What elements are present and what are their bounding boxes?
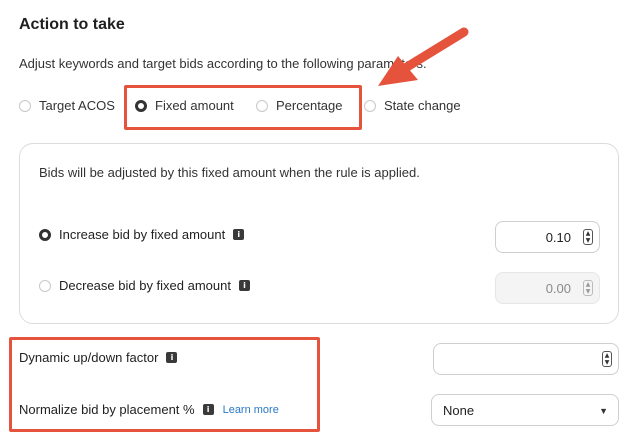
normalize-label: Normalize bid by placement % i Learn mor… [19,402,279,417]
dynamic-factor-text: Dynamic up/down factor [19,350,159,365]
info-icon[interactable]: i [238,280,250,291]
radio-button-checked-icon[interactable] [135,99,147,112]
decrease-bid-label: Decrease bid by fixed amount i [59,278,250,293]
radio-percentage[interactable]: Percentage [256,98,343,113]
increase-bid-label: Increase bid by fixed amount i [59,227,245,242]
increase-bid-text: Increase bid by fixed amount [59,227,226,242]
section-title: Action to take [19,16,125,33]
radio-button-icon[interactable] [256,99,268,112]
radio-increase-bid[interactable]: Increase bid by fixed amount i [39,227,245,242]
dynamic-factor-input[interactable]: ▲ ▼ [433,343,619,375]
radio-decrease-bid[interactable]: Decrease bid by fixed amount i [39,278,250,293]
number-spinner-icon: ▲ ▼ [583,280,593,296]
learn-more-link[interactable]: Learn more [223,404,279,416]
radio-label: Percentage [276,98,343,113]
chevron-down-icon: ▼ [599,406,608,416]
normalize-selected-value: None [443,402,475,418]
radio-button-icon[interactable] [19,99,31,112]
radio-target-acos[interactable]: Target ACOS [19,98,115,113]
info-icon[interactable]: i [233,229,245,240]
normalize-text: Normalize bid by placement % [19,402,195,417]
decrease-bid-value: 0.00 [545,280,571,296]
number-spinner-icon[interactable]: ▲ ▼ [583,229,593,245]
radio-label: State change [384,98,461,113]
card-description: Bids will be adjusted by this fixed amou… [39,165,420,180]
radio-state-change[interactable]: State change [364,98,461,113]
radio-label: Target ACOS [39,98,115,113]
decrease-bid-input: 0.00 ▲ ▼ [495,272,600,304]
annotation-arrow [378,27,469,86]
increase-bid-value: 0.10 [545,229,571,245]
radio-fixed-amount[interactable]: Fixed amount [135,98,234,113]
increase-bid-input[interactable]: 0.10 ▲ ▼ [495,221,600,253]
radio-label: Fixed amount [155,98,234,113]
info-icon[interactable]: i [166,352,178,363]
radio-button-icon[interactable] [39,279,51,292]
normalize-select[interactable]: None ▼ [431,394,619,426]
radio-button-icon[interactable] [364,99,376,112]
action-type-radio-group: Target ACOS Fixed amount Percentage Stat… [0,98,638,120]
dynamic-factor-label: Dynamic up/down factor i [19,350,178,365]
decrease-bid-text: Decrease bid by fixed amount [59,278,231,293]
radio-button-checked-icon[interactable] [39,228,51,241]
info-icon[interactable]: i [202,404,214,415]
number-spinner-icon[interactable]: ▲ ▼ [602,351,612,367]
